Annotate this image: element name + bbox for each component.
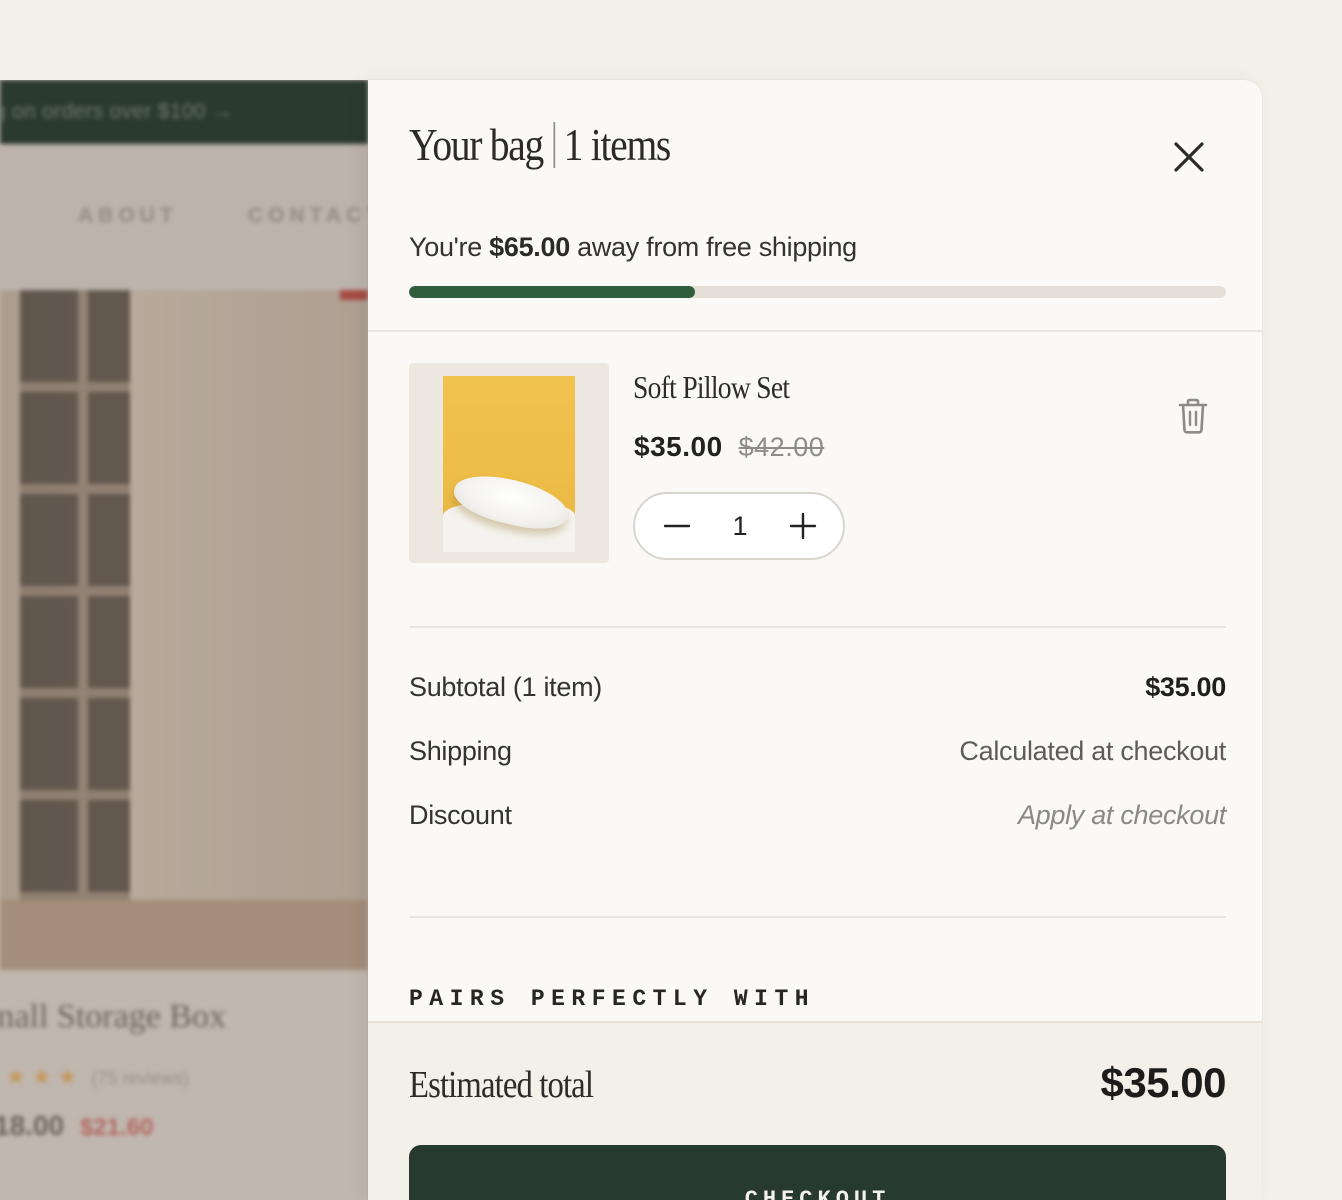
quantity-value[interactable]: 1 bbox=[720, 511, 760, 542]
cart-header: Your bag 1 items You're $65.00 away from… bbox=[409, 80, 1226, 330]
product-price-row: $35.00 $42.00 bbox=[634, 431, 824, 463]
checkout-button[interactable]: CHECKOUT bbox=[409, 1145, 1226, 1200]
shipping-row: Shipping Calculated at checkout bbox=[409, 736, 1226, 767]
cart-title: Your bag 1 items bbox=[409, 118, 672, 171]
free-shipping-prefix: You're bbox=[409, 232, 482, 262]
remove-item-button[interactable] bbox=[1176, 397, 1210, 435]
shipping-value: Calculated at checkout bbox=[959, 736, 1226, 766]
cart-title-text: Your bag bbox=[409, 119, 544, 170]
quantity-stepper: 1 bbox=[633, 492, 845, 560]
shipping-label: Shipping bbox=[409, 736, 512, 766]
increase-quantity-button[interactable] bbox=[785, 508, 821, 544]
header-divider bbox=[368, 330, 1262, 332]
plus-icon bbox=[789, 512, 817, 540]
estimated-total-value: $35.00 bbox=[1100, 1059, 1227, 1106]
title-separator bbox=[553, 121, 556, 168]
discount-label: Discount bbox=[409, 800, 512, 830]
drawer-backdrop[interactable] bbox=[0, 80, 368, 1200]
discount-value: Apply at checkout bbox=[1017, 800, 1226, 830]
minus-icon bbox=[663, 524, 691, 528]
product-compare-price: $42.00 bbox=[738, 432, 825, 462]
free-shipping-suffix: away from free shipping bbox=[577, 232, 857, 262]
free-shipping-amount: $65.00 bbox=[489, 232, 570, 262]
discount-row: Discount Apply at checkout bbox=[409, 800, 1226, 831]
estimated-total-label: Estimated total bbox=[409, 1064, 594, 1106]
free-shipping-progress-fill bbox=[409, 286, 695, 298]
trash-icon bbox=[1178, 398, 1208, 434]
summary-divider bbox=[409, 916, 1226, 918]
cart-footer: Estimated total $35.00 CHECKOUT bbox=[368, 1021, 1262, 1200]
free-shipping-message: You're $65.00 away from free shipping bbox=[409, 232, 857, 263]
app-frame: ng on orders over $100 → ABOUT CONTACT m… bbox=[0, 0, 1342, 1200]
pillow-image bbox=[443, 376, 575, 552]
product-name[interactable]: Soft Pillow Set bbox=[633, 369, 790, 406]
subtotal-row: Subtotal (1 item) $35.00 bbox=[409, 672, 1226, 703]
cart-line-item: Soft Pillow Set $35.00 $42.00 1 bbox=[409, 363, 1226, 583]
cart-item-count: 1 items bbox=[563, 119, 672, 170]
product-price: $35.00 bbox=[634, 431, 723, 462]
close-button[interactable] bbox=[1168, 136, 1210, 178]
item-divider bbox=[409, 626, 1226, 628]
close-icon bbox=[1174, 142, 1204, 172]
free-shipping-progress bbox=[409, 286, 1226, 298]
background-storefront: ng on orders over $100 → ABOUT CONTACT m… bbox=[0, 80, 368, 1200]
cart-drawer: Your bag 1 items You're $65.00 away from… bbox=[368, 80, 1262, 1200]
subtotal-label: Subtotal (1 item) bbox=[409, 672, 602, 702]
decrease-quantity-button[interactable] bbox=[659, 508, 695, 544]
upsell-heading: PAIRS PERFECTLY WITH bbox=[409, 986, 816, 1012]
product-thumbnail[interactable] bbox=[409, 363, 609, 563]
subtotal-value: $35.00 bbox=[1145, 672, 1226, 702]
